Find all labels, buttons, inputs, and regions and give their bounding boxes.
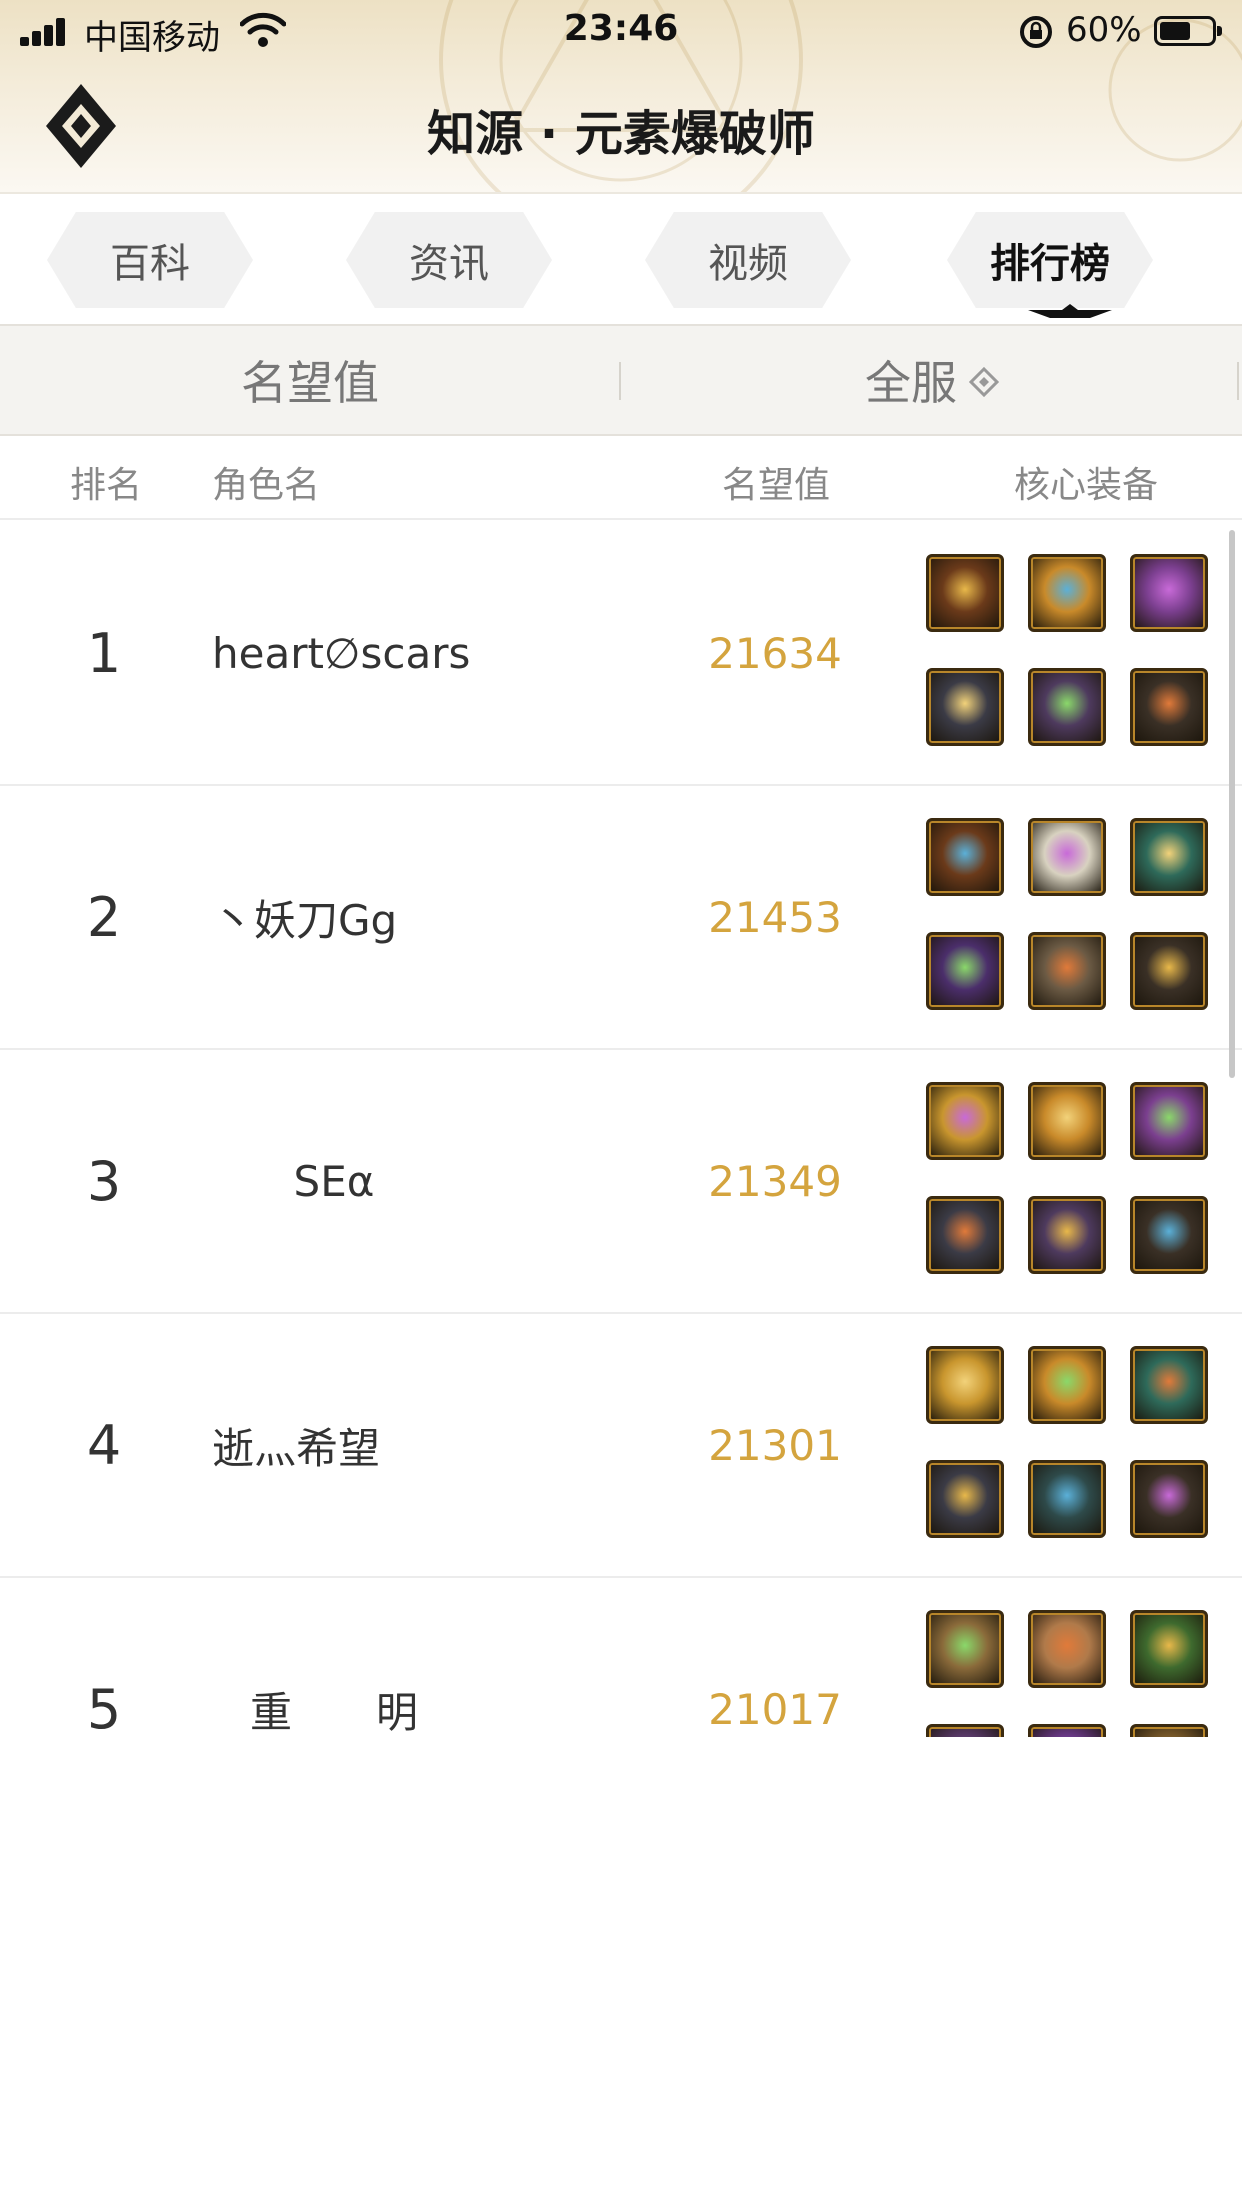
page-title: 知源 · 元素爆破师: [427, 106, 815, 162]
filter-bar: 名望值 全服: [0, 324, 1242, 436]
active-tab-indicator: [1028, 304, 1112, 324]
equipment-icon[interactable]: [1028, 1610, 1106, 1688]
tab-bar: 百科 资讯 视频 排行榜: [0, 194, 1242, 324]
row-rank: 2: [86, 885, 122, 949]
clock: 23:46: [563, 8, 679, 49]
equipment-icon[interactable]: [1028, 818, 1106, 896]
equipment-icon[interactable]: [1028, 932, 1106, 1010]
row-name: 丶妖刀Gg: [212, 895, 398, 945]
row-name: heart∅scars: [212, 628, 471, 678]
column-rank: 排名: [70, 465, 143, 506]
column-name: 角色名: [212, 465, 321, 506]
equipment-icon[interactable]: [926, 1346, 1004, 1424]
equipment-icon[interactable]: [926, 818, 1004, 896]
row-score: 21634: [708, 628, 842, 678]
table-row[interactable]: 3 SEα 21349: [0, 1050, 1242, 1314]
filter-divider: [619, 362, 621, 400]
equipment-icon[interactable]: [1130, 1610, 1208, 1688]
equipment-icon[interactable]: [926, 1610, 1004, 1688]
filter-divider-right: [1237, 362, 1239, 400]
table-row[interactable]: 1 heart∅scars 21634: [0, 522, 1242, 786]
row-score: 21453: [708, 892, 842, 942]
equipment-icon[interactable]: [1130, 554, 1208, 632]
server-label: 全服: [865, 356, 957, 410]
equipment-icon[interactable]: [1130, 932, 1208, 1010]
category-label: 名望值: [241, 356, 379, 410]
row-score: 21349: [708, 1156, 842, 1206]
status-bar: 中国移动 23:46 60%: [0, 0, 1242, 62]
row-rank: 1: [86, 621, 122, 685]
row-name: SEα: [293, 1156, 375, 1206]
equipment-icon[interactable]: [1130, 1460, 1208, 1538]
equipment-icon[interactable]: [1028, 668, 1106, 746]
battery-percent: 60%: [1066, 10, 1142, 50]
equipment-icon[interactable]: [926, 932, 1004, 1010]
scrollbar[interactable]: [1229, 530, 1235, 1078]
column-score: 名望值: [722, 465, 831, 506]
server-selector[interactable]: 全服: [622, 326, 1242, 434]
app-header: 中国移动 23:46 60% 知源 · 元素爆破师: [0, 0, 1242, 192]
equipment-icon[interactable]: [1130, 1346, 1208, 1424]
battery-fill: [1160, 22, 1190, 40]
table-row[interactable]: 4 逝灬希望 21301: [0, 1314, 1242, 1578]
equipment-icon[interactable]: [1130, 668, 1208, 746]
orientation-lock-icon: [1020, 16, 1052, 48]
equipment-icon[interactable]: [1028, 1460, 1106, 1538]
row-score: 21301: [708, 1420, 842, 1470]
equipment-icon[interactable]: [1130, 818, 1208, 896]
tab-videos[interactable]: 视频: [645, 212, 851, 308]
battery-icon: [1154, 16, 1222, 46]
equipment-icon[interactable]: [1028, 1196, 1106, 1274]
equipment-icon[interactable]: [926, 668, 1004, 746]
row-rank: 4: [86, 1413, 122, 1477]
tab-news[interactable]: 资讯: [346, 212, 552, 308]
column-equipment: 核心装备: [1014, 465, 1159, 506]
equipment-icon[interactable]: [1028, 1082, 1106, 1160]
equipment-icon[interactable]: [1130, 1082, 1208, 1160]
equipment-icon[interactable]: [1130, 1196, 1208, 1274]
dropdown-diamond-icon: [969, 367, 999, 397]
row-rank: 3: [86, 1149, 122, 1213]
tab-ranking[interactable]: 排行榜: [947, 212, 1153, 308]
tab-encyclopedia[interactable]: 百科: [47, 212, 253, 308]
row-name: 逝灬希望: [212, 1423, 381, 1473]
table-row[interactable]: 2 丶妖刀Gg 21453: [0, 786, 1242, 1050]
equipment-icon[interactable]: [926, 1196, 1004, 1274]
equipment-icon[interactable]: [1028, 1346, 1106, 1424]
table-header: 排名 角色名 名望值 核心装备: [0, 436, 1242, 520]
equipment-icon[interactable]: [926, 554, 1004, 632]
category-selector[interactable]: 名望值: [0, 326, 620, 434]
list-viewport-clip: [0, 1737, 1242, 2208]
equipment-icon[interactable]: [926, 1460, 1004, 1538]
equipment-icon[interactable]: [1028, 554, 1106, 632]
equipment-icon[interactable]: [926, 1082, 1004, 1160]
